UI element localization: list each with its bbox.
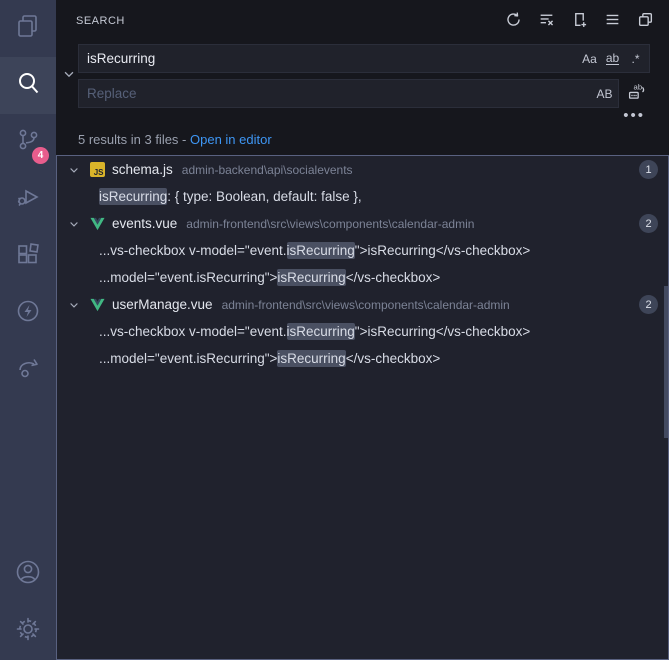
panel-title: SEARCH — [76, 15, 125, 27]
match-text: ...vs-checkbox v-model="event.isRecurrin… — [99, 243, 530, 258]
live-share-icon — [14, 354, 42, 387]
settings-gear-icon — [13, 614, 43, 649]
search-options: Aa ab .* — [579, 44, 646, 73]
view-as-list-icon — [604, 11, 621, 31]
file-path: admin-frontend\src\views\components\cale… — [186, 217, 474, 231]
match-text: ...model="event.isRecurring">isRecurring… — [99, 270, 440, 285]
match-result-row[interactable]: ...vs-checkbox v-model="event.isRecurrin… — [57, 318, 668, 345]
inputs-column: Aa ab .* AB ab — [78, 44, 650, 108]
explorer-icon — [14, 12, 42, 45]
file-name: schema.js — [112, 162, 173, 177]
settings-button[interactable] — [0, 603, 56, 660]
svg-text:ab: ab — [633, 82, 642, 91]
source-control-badge: 4 — [32, 147, 49, 164]
lightning-button[interactable] — [0, 285, 56, 342]
results-tree: JS schema.js admin-backend\api\socialeve… — [56, 155, 669, 660]
regex-button[interactable]: .* — [625, 48, 646, 69]
summary-separator: - — [178, 132, 190, 147]
replace-row: AB ab — [78, 79, 650, 108]
search-button[interactable] — [0, 57, 56, 114]
extensions-icon — [14, 240, 42, 273]
replace-all-icon: ab — [627, 82, 646, 106]
search-icon — [14, 69, 42, 102]
match-text: ...vs-checkbox v-model="event.isRecurrin… — [99, 324, 530, 339]
explorer-button[interactable] — [0, 0, 56, 57]
replace-options: AB — [594, 79, 615, 108]
clear-search-results-icon — [538, 11, 555, 31]
match-highlight: isRecurring — [287, 323, 355, 340]
chevron-down-icon[interactable] — [66, 299, 82, 311]
collapse-all-button[interactable] — [633, 9, 657, 33]
account-button[interactable] — [0, 546, 56, 603]
vue-file-icon — [89, 297, 105, 313]
file-name: events.vue — [112, 216, 177, 231]
search-sidebar: SEARCH — [56, 0, 669, 660]
live-share-button[interactable] — [0, 342, 56, 399]
scrollbar-thumb[interactable] — [664, 286, 668, 438]
refresh-icon — [505, 11, 522, 31]
match-result-row[interactable]: ...model="event.isRecurring">isRecurring… — [57, 264, 668, 291]
results-summary: 5 results in 3 files - Open in editor — [56, 126, 669, 153]
results-list: JS schema.js admin-backend\api\socialeve… — [57, 156, 668, 372]
refresh-button[interactable] — [501, 9, 525, 33]
match-count-badge: 2 — [639, 295, 658, 314]
match-result-row[interactable]: ...model="event.isRecurring">isRecurring… — [57, 345, 668, 372]
toggle-search-details-button[interactable]: ••• — [623, 112, 645, 120]
lightning-icon — [14, 297, 42, 330]
chevron-down-icon[interactable] — [66, 164, 82, 176]
whole-word-icon: ab — [606, 52, 619, 66]
whole-word-button[interactable]: ab — [602, 48, 623, 69]
replace-input[interactable] — [78, 79, 619, 108]
search-input-box: Aa ab .* — [78, 44, 650, 73]
match-highlight: isRecurring — [99, 188, 167, 205]
match-text: isRecurring: { type: Boolean, default: f… — [99, 189, 362, 204]
file-path: admin-backend\api\socialevents — [182, 163, 353, 177]
toggle-replace-button[interactable] — [60, 44, 78, 108]
file-path: admin-frontend\src\views\components\cale… — [222, 298, 510, 312]
file-result-row[interactable]: JS userManage.vue admin-frontend\src\vie… — [57, 291, 668, 318]
results-count-text: 5 results in 3 files — [78, 132, 178, 147]
open-new-search-editor-icon — [571, 11, 588, 31]
collapse-all-icon — [637, 11, 654, 31]
file-result-row[interactable]: JS events.vue admin-frontend\src\views\c… — [57, 210, 668, 237]
activity-bar: 4 — [0, 0, 56, 660]
search-body: Aa ab .* AB ab — [56, 42, 669, 108]
open-in-editor-link[interactable]: Open in editor — [190, 132, 272, 147]
file-result-row[interactable]: JS schema.js admin-backend\api\socialeve… — [57, 156, 668, 183]
source-control-button[interactable]: 4 — [0, 114, 56, 171]
file-name: userManage.vue — [112, 297, 213, 312]
match-highlight: isRecurring — [277, 269, 345, 286]
panel-header: SEARCH — [56, 0, 669, 42]
search-input[interactable] — [78, 44, 650, 73]
panel-actions — [501, 9, 657, 33]
chevron-down-icon[interactable] — [66, 218, 82, 230]
match-case-button[interactable]: Aa — [579, 48, 600, 69]
chevron-down-icon — [62, 67, 76, 86]
match-count-badge: 1 — [639, 160, 658, 179]
match-result-row[interactable]: isRecurring: { type: Boolean, default: f… — [57, 183, 668, 210]
clear-search-results-button[interactable] — [534, 9, 558, 33]
match-count-badge: 2 — [639, 214, 658, 233]
match-result-row[interactable]: ...vs-checkbox v-model="event.isRecurrin… — [57, 237, 668, 264]
match-text: ...model="event.isRecurring">isRecurring… — [99, 351, 440, 366]
vscode-search-view: 4 — [0, 0, 669, 660]
match-highlight: isRecurring — [287, 242, 355, 259]
replace-input-box: AB — [78, 79, 619, 108]
vue-file-icon — [89, 216, 105, 232]
open-new-search-editor-button[interactable] — [567, 9, 591, 33]
replace-all-button[interactable]: ab — [622, 80, 650, 108]
extensions-button[interactable] — [0, 228, 56, 285]
javascript-file-icon: JS — [89, 162, 105, 178]
run-debug-icon — [14, 183, 42, 216]
match-highlight: isRecurring — [277, 350, 345, 367]
account-icon — [13, 557, 43, 592]
preserve-case-button[interactable]: AB — [594, 83, 615, 104]
more-row: ••• — [56, 108, 669, 126]
run-debug-button[interactable] — [0, 171, 56, 228]
view-as-list-button[interactable] — [600, 9, 624, 33]
